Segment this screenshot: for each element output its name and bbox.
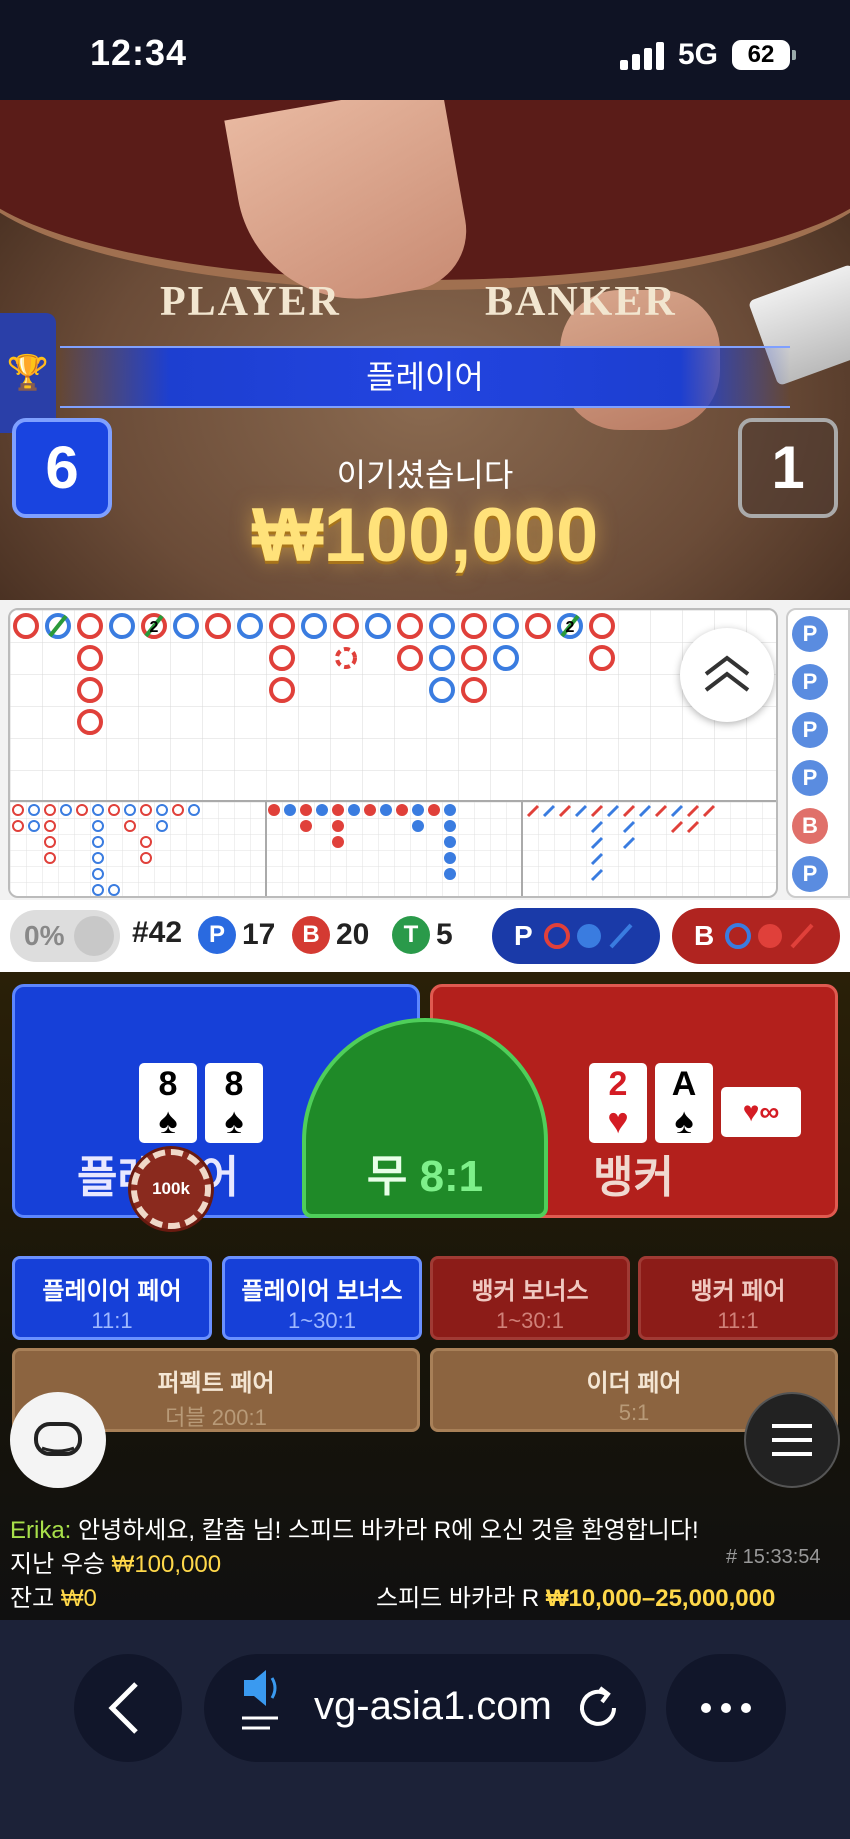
bead: P	[792, 616, 828, 652]
scoreboard-grid[interactable]: 2 2	[8, 608, 778, 898]
network-type: 5G	[678, 38, 719, 71]
player-ask-button[interactable]: P	[492, 908, 660, 964]
browser-toolbar: vg-asia1.com	[0, 1620, 850, 1839]
bead-road-side: P P P P B P	[786, 608, 850, 898]
bead: P	[792, 760, 828, 796]
win-label: 이기셨습니다	[336, 457, 514, 493]
reload-icon[interactable]	[576, 1654, 626, 1762]
tie-bet-label: 무 8:1	[366, 1152, 484, 1201]
battery-icon: 62	[732, 40, 796, 70]
banker-count: B 20	[292, 916, 369, 954]
banker-card: A ♠	[655, 1063, 713, 1143]
table-banker-print: BANKER	[485, 279, 677, 325]
ask-pattern-icon	[543, 923, 633, 949]
chat-bubble-icon	[34, 1422, 82, 1456]
signal-icon	[620, 42, 664, 70]
big-road: 2 2	[10, 610, 776, 896]
status-bar: 12:34 5G 62	[0, 0, 850, 100]
table-limits: 스피드 바카라 R ₩10,000–25,000,000	[376, 1585, 776, 1612]
banker-third-card: ♥∞	[721, 1087, 801, 1137]
stats-bar: 0% #42 P 17 B 20 T5 P B	[0, 900, 850, 972]
banker-ask-button[interactable]: B	[672, 908, 840, 964]
hamburger-menu-icon	[772, 1424, 812, 1456]
round-number: #42	[132, 916, 183, 949]
svg-text:2: 2	[566, 619, 575, 636]
svg-text:2: 2	[150, 619, 159, 636]
live-video: PLAYER BANKER 🏆 플레이어 이기셨습니다 ₩100,000 6 1	[0, 100, 850, 600]
menu-button[interactable]	[744, 1392, 840, 1488]
player-badge: P	[198, 916, 236, 954]
player-card: 8 ♠	[139, 1063, 197, 1143]
banker-badge: B	[292, 916, 330, 954]
player-bonus-bet[interactable]: 플레이어 보너스 1~30:1	[222, 1256, 422, 1340]
address-bar[interactable]: vg-asia1.com	[204, 1654, 646, 1762]
player-pair-bet[interactable]: 플레이어 페어 11:1	[12, 1256, 212, 1340]
banker-score: 1	[738, 418, 838, 518]
bead: B	[792, 808, 828, 844]
chevron-left-icon	[108, 1682, 138, 1734]
win-amount: ₩100,000	[251, 493, 599, 578]
banker-bonus-bet[interactable]: 뱅커 보너스 1~30:1	[430, 1256, 630, 1340]
banker-card: 2 ♥	[589, 1063, 647, 1143]
chat-button[interactable]	[10, 1392, 106, 1488]
double-chevron-up-icon	[704, 655, 750, 692]
banker-pair-bet[interactable]: 뱅커 페어 11:1	[638, 1256, 838, 1340]
status-time: 12:34	[90, 32, 188, 73]
bead: P	[792, 664, 828, 700]
player-card: 8 ♠	[205, 1063, 263, 1143]
round-id: # 15:33:54	[726, 1546, 821, 1568]
placed-chip[interactable]: 100k	[131, 1149, 211, 1229]
tie-count: T5	[392, 916, 453, 954]
url-text: vg-asia1.com	[314, 1684, 552, 1728]
ellipsis-icon	[701, 1703, 751, 1713]
last-win: 지난 우승 ₩100,000	[10, 1551, 222, 1578]
bead: P	[792, 712, 828, 748]
betting-area: 8♠ 8♠ 플레이어 100k 2♥ A♠ ♥∞ 뱅커 무 8:1 플레이어 페…	[0, 972, 850, 1620]
more-button[interactable]	[666, 1654, 786, 1762]
back-button[interactable]	[74, 1654, 182, 1762]
speaker-icon	[242, 1670, 278, 1730]
player-count: P 17	[198, 916, 275, 954]
tie-badge: T	[392, 916, 430, 954]
ask-pattern-icon	[725, 923, 814, 949]
table-player-print: PLAYER	[160, 279, 341, 325]
chat-message: Erika: 안녕하세요, 칼춤 님! 스피드 바카라 R에 오신 것을 환영합…	[10, 1517, 699, 1544]
result-banner: 플레이어	[60, 346, 790, 408]
expand-roadmap-button[interactable]	[680, 628, 774, 722]
balance: 잔고 ₩0	[10, 1585, 97, 1612]
trophy-icon[interactable]: 🏆	[0, 313, 56, 433]
roadmap-panel[interactable]: 2 2 P P P P B P	[0, 600, 850, 900]
percent-toggle[interactable]: 0%	[10, 910, 120, 962]
bead: P	[792, 856, 828, 892]
player-score: 6	[12, 418, 112, 518]
